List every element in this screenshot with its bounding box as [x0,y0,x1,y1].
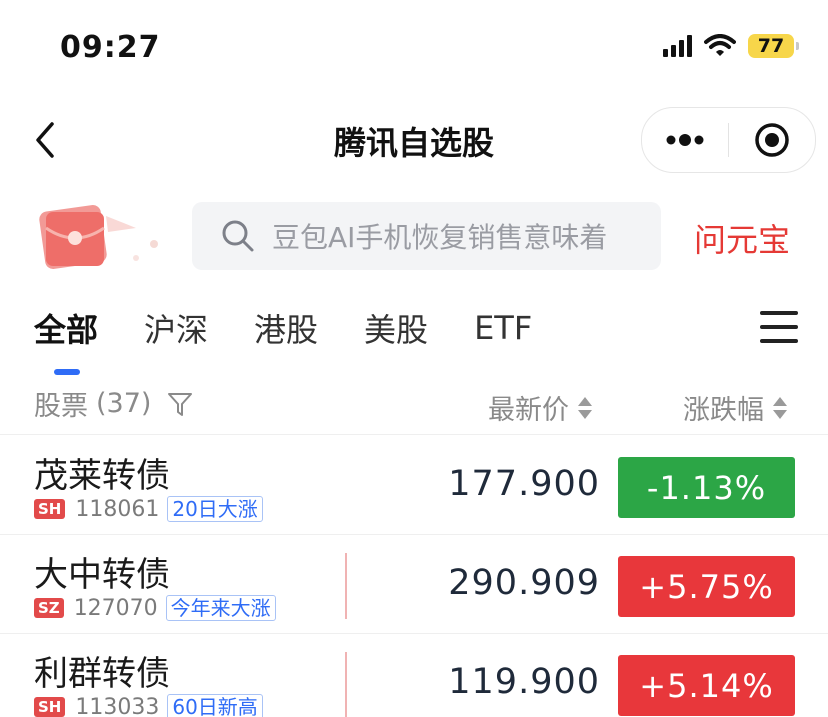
tab-us[interactable]: 美股 [364,305,428,351]
ask-yuanbao-link[interactable]: 问元宝 [694,215,790,261]
stocks-label: 股票 [34,391,88,422]
stock-code: 127070 [73,595,158,621]
wifi-icon [704,34,736,56]
price-label: 最新价 [488,395,569,426]
stock-code: 118061 [75,496,160,522]
change-button[interactable]: +5.75% [618,556,795,617]
signal-icon [663,35,692,57]
search-icon [222,220,254,252]
stock-name: 大中转债 [34,555,170,595]
change-label: 涨跌幅 [683,395,764,426]
sort-icon [773,396,787,419]
search-bar[interactable]: 豆包AI手机恢复销售意味着 [192,202,661,270]
sort-icon [578,396,592,419]
market-badge: SH [34,697,66,717]
search-input[interactable]: 豆包AI手机恢复销售意味着 [272,216,661,256]
change-button[interactable]: -1.13% [618,457,795,518]
tab-etf[interactable]: ETF [474,309,532,347]
stock-name: 利群转债 [34,654,170,694]
filter-icon [168,392,193,416]
price-sort[interactable]: 最新价 [488,388,593,427]
more-button[interactable] [642,108,728,172]
close-target-icon [755,123,789,157]
close-miniapp-button[interactable] [729,108,815,172]
list-header: 股票 (37) 最新价 涨跌幅 [0,380,828,435]
table-row[interactable]: 大中转债 SZ 127070 今年来大涨 290.909 +5.75% [0,535,828,634]
stock-price: 290.909 [448,563,600,603]
stock-tag: 今年来大涨 [165,595,276,621]
stock-tag: 60日新高 [167,694,263,717]
battery-icon: 77 [748,34,799,58]
stocks-count: (37) [96,388,152,419]
menu-icon[interactable] [760,311,798,343]
status-icons: 77 [663,34,799,58]
sparkline-marker [345,553,347,619]
red-packet-icon [39,205,158,269]
app-screen: 09:27 77 腾讯自选股 豆包AI手机恢复销售意味着 问元宝 全部 沪深 港… [0,0,828,717]
sparkline-marker [345,652,347,717]
table-row[interactable]: 利群转债 SH 113033 60日新高 119.900 +5.14% [0,634,828,717]
more-dots-icon [666,134,704,146]
stock-name: 茂莱转债 [34,456,170,496]
market-tabs: 全部 沪深 港股 美股 ETF [34,305,578,375]
stock-meta: SH 113033 60日新高 [34,694,263,717]
market-badge: SH [34,499,66,519]
tab-hongkong[interactable]: 港股 [254,305,318,351]
status-time: 09:27 [60,30,161,65]
stocks-filter[interactable]: 股票 (37) [34,384,195,423]
tab-all[interactable]: 全部 [34,305,98,375]
stock-price: 177.900 [448,464,600,504]
stock-meta: SH 118061 20日大涨 [34,496,263,522]
change-sort[interactable]: 涨跌幅 [683,388,788,427]
market-badge: SZ [34,598,64,618]
change-button[interactable]: +5.14% [618,655,795,716]
stock-price: 119.900 [448,662,600,702]
red-packet-button[interactable] [36,198,166,278]
stock-tag: 20日大涨 [167,496,263,522]
tab-shanghai-shenzhen[interactable]: 沪深 [144,305,208,351]
stock-meta: SZ 127070 今年来大涨 [34,595,276,621]
table-row[interactable]: 茂莱转债 SH 118061 20日大涨 177.900 -1.13% [0,436,828,535]
miniapp-capsule [641,107,816,173]
battery-level: 77 [757,35,785,57]
stock-code: 113033 [75,694,160,717]
